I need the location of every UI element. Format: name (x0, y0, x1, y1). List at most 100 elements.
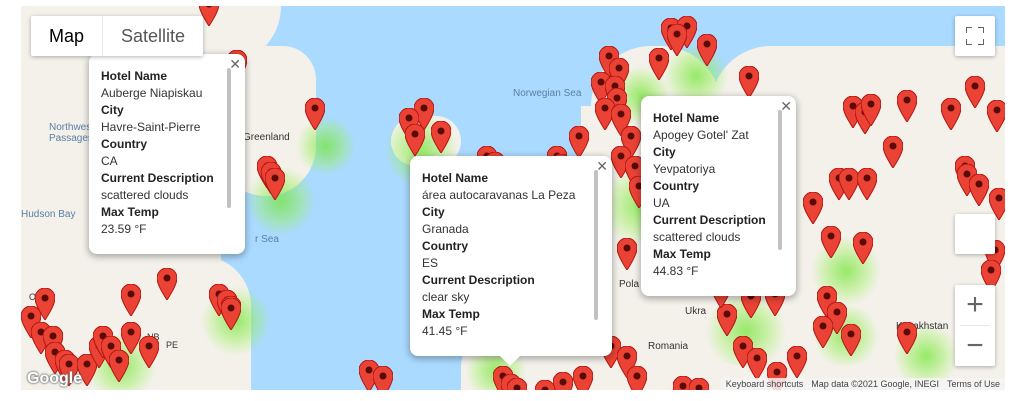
scrollbar[interactable] (778, 110, 782, 250)
hotel-name-key: Hotel Name (422, 171, 489, 185)
map-pin-icon[interactable] (689, 378, 709, 390)
max-temp-value: 44.83 °F (653, 264, 699, 278)
description-value: clear sky (422, 290, 470, 304)
label-northwest-passages: Northwest Passages (49, 122, 95, 144)
map-pin-icon[interactable] (739, 66, 759, 98)
zoom-control: + − (955, 285, 995, 366)
label-hudson-bay: Hudson Bay (21, 209, 76, 220)
scrollbar[interactable] (594, 170, 598, 320)
max-temp-value: 23.59 °F (101, 222, 147, 236)
keyboard-shortcuts-link[interactable]: Keyboard shortcuts (726, 379, 804, 389)
fullscreen-icon (966, 27, 984, 45)
map-pin-icon[interactable] (109, 350, 129, 382)
hotel-name-key: Hotel Name (653, 111, 720, 125)
map-canvas[interactable]: Greenland Norwegian Sea Northwest Passag… (21, 6, 1005, 390)
google-logo[interactable]: Google (27, 370, 82, 388)
map-pin-icon[interactable] (987, 100, 1005, 132)
infowindow-hotel-3: ✕ Hotel Name Apogey Gotel' Zat City Yevp… (641, 96, 796, 296)
map-pin-icon[interactable] (431, 121, 451, 153)
country-key: Country (101, 137, 147, 151)
max-temp-key: Max Temp (101, 205, 159, 219)
map-pin-icon[interactable] (883, 136, 903, 168)
map-pin-icon[interactable] (803, 192, 823, 224)
map-pin-icon[interactable] (121, 284, 141, 316)
map-pin-icon[interactable] (405, 124, 425, 156)
city-value: Granada (422, 222, 469, 236)
map-pin-icon[interactable] (941, 98, 961, 130)
country-value: ES (422, 256, 439, 270)
city-key: City (422, 205, 445, 219)
description-key: Current Description (101, 171, 214, 185)
map-pin-icon[interactable] (965, 76, 985, 108)
map-pin-icon[interactable] (157, 268, 177, 300)
map-pin-icon[interactable] (573, 366, 593, 390)
map-pin-icon[interactable] (861, 94, 881, 126)
label-norwegian-sea: Norwegian Sea (513, 88, 582, 99)
map-pin-icon[interactable] (507, 378, 527, 390)
terms-of-use-link[interactable]: Terms of Use (947, 379, 1000, 389)
map-pin-icon[interactable] (221, 298, 241, 330)
city-value: Havre-Saint-Pierre (101, 120, 201, 134)
map-pin-icon[interactable] (839, 168, 859, 200)
map-pin-icon[interactable] (139, 336, 159, 368)
map-pin-icon[interactable] (373, 366, 393, 390)
infowindow-tail (500, 356, 520, 366)
max-temp-key: Max Temp (422, 307, 480, 321)
map-pin-icon[interactable] (535, 380, 555, 390)
map-pin-icon[interactable] (569, 126, 589, 158)
map-pin-icon[interactable] (305, 98, 325, 130)
map-pin-icon[interactable] (697, 34, 717, 66)
map-pin-icon[interactable] (853, 232, 873, 264)
map-pin-icon[interactable] (649, 48, 669, 80)
close-icon[interactable]: ✕ (596, 158, 608, 175)
map-pin-icon[interactable] (841, 324, 861, 356)
description-key: Current Description (422, 273, 535, 287)
map-data-attribution: Map data ©2021 Google, INEGI (811, 379, 939, 389)
city-value: Yevpatoriya (653, 162, 716, 176)
map-pin-icon[interactable] (617, 238, 637, 270)
fullscreen-button[interactable] (955, 16, 995, 56)
infowindow-content: Hotel Name Apogey Gotel' Zat City Yevpat… (653, 108, 784, 284)
map-pin-icon[interactable] (969, 174, 989, 206)
country-value: UA (653, 196, 670, 210)
infowindow-content: Hotel Name Auberge Niapiskau City Havre-… (101, 66, 233, 242)
map-pin-icon[interactable] (813, 316, 833, 348)
map-pin-icon[interactable] (747, 348, 767, 380)
map-pin-icon[interactable] (857, 168, 877, 200)
max-temp-key: Max Temp (653, 247, 711, 261)
label-greenland: Greenland (243, 132, 290, 143)
zoom-in-button[interactable]: + (955, 285, 995, 325)
pegman-button[interactable] (955, 214, 995, 254)
map-pin-icon[interactable] (35, 288, 55, 320)
country-key: Country (653, 179, 699, 193)
max-temp-value: 41.45 °F (422, 324, 468, 338)
map-type-control: Map Satellite (31, 16, 204, 56)
hotel-name-value: Apogey Gotel' Zat (653, 128, 749, 142)
map-pin-icon[interactable] (121, 322, 141, 354)
map-pin-icon[interactable] (553, 372, 573, 390)
map-pin-icon[interactable] (265, 168, 285, 200)
zoom-out-button[interactable]: − (955, 326, 995, 366)
map-pin-icon[interactable] (627, 366, 647, 390)
map-type-map-button[interactable]: Map (31, 16, 102, 56)
description-value: scattered clouds (101, 188, 189, 202)
map-type-satellite-button[interactable]: Satellite (102, 16, 203, 56)
map-pin-icon[interactable] (897, 322, 917, 354)
label-pei: PE (166, 340, 179, 350)
map-pin-icon[interactable] (787, 346, 807, 378)
map-pin-icon[interactable] (897, 90, 917, 122)
map-pin-icon[interactable] (717, 304, 737, 336)
map-pin-icon[interactable] (821, 226, 841, 258)
hotel-name-key: Hotel Name (101, 69, 168, 83)
city-key: City (101, 103, 124, 117)
minus-icon: − (966, 329, 984, 362)
plus-icon: + (966, 288, 984, 321)
close-icon[interactable]: ✕ (229, 56, 241, 73)
label-romania: Romania (648, 341, 689, 352)
infowindow-hotel-2: ✕ Hotel Name área autocaravanas La Peza … (410, 156, 612, 366)
map-pin-icon[interactable] (667, 24, 687, 56)
map-footer: Keyboard shortcuts Map data ©2021 Google… (720, 378, 1005, 390)
close-icon[interactable]: ✕ (780, 98, 792, 115)
scrollbar[interactable] (227, 68, 231, 208)
country-key: Country (422, 239, 468, 253)
